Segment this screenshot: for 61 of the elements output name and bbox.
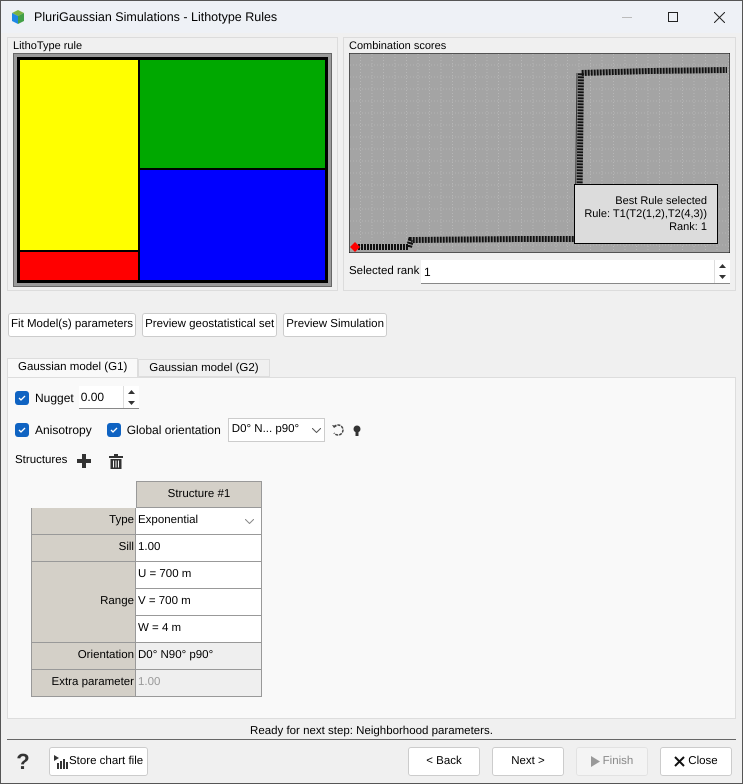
table-cell[interactable]: W = 4 m [136, 616, 262, 643]
legend-text: Best Rule selected [615, 194, 707, 208]
table-cell[interactable]: 1.00 [136, 535, 262, 562]
checkbox[interactable] [106, 423, 121, 437]
global-orientation-label: Global orientation [126, 422, 221, 439]
legend-text: Rule: T1(T2(1,2),T2(4,3)) [584, 208, 707, 220]
minimize-icon [622, 16, 632, 18]
tab[interactable]: Gaussian model (G1) [7, 358, 138, 377]
delete-icon[interactable] [109, 454, 124, 468]
close-icon [714, 12, 724, 22]
table-cell[interactable]: V = 700 m [136, 589, 262, 616]
help-button[interactable]: ? [11, 745, 35, 778]
nugget-label: Nugget [35, 390, 74, 406]
legend-text: Rank: 1 [669, 220, 707, 234]
row-header: Sill [31, 535, 136, 562]
footer-button[interactable]: Next > [492, 747, 564, 776]
table-cell: D0° N90° p90° [136, 643, 262, 670]
selected-rank-label: Selected rank [349, 264, 420, 280]
anisotropy-label: Anisotropy [35, 422, 92, 439]
check-icon [17, 392, 27, 402]
checkbox[interactable] [15, 390, 29, 404]
up-arrow-icon [128, 390, 135, 394]
footer-button[interactable]: < Back [408, 747, 480, 776]
type-dropdown[interactable]: Exponential [136, 508, 262, 535]
down-arrow-icon [128, 400, 135, 404]
tab[interactable]: Gaussian model (G2) [138, 359, 270, 377]
window-title: PluriGaussian Simulations - Lithotype Rules [34, 8, 278, 26]
row-header: Range [31, 562, 136, 643]
group-title: LithoType rule [13, 39, 84, 53]
orientation-dropdown[interactable]: D0° N... p90° [228, 418, 325, 442]
chart-export-icon [54, 754, 68, 768]
action-button[interactable]: Preview Simulation [283, 313, 387, 337]
store-chart-button[interactable]: Store chart file [49, 747, 148, 776]
row-header: Extra parameter [31, 670, 136, 697]
column-header: Structure #1 [136, 481, 262, 508]
group-title: Combination scores [349, 39, 448, 53]
action-button[interactable]: Fit Model(s) parameters [8, 313, 136, 337]
checkbox[interactable] [15, 423, 29, 437]
chevron-down-icon [312, 428, 321, 432]
reset-icon[interactable] [330, 423, 345, 437]
row-header: Type [31, 508, 136, 535]
bulb-icon[interactable] [352, 424, 361, 436]
nugget-field[interactable]: 0.00 [78, 386, 139, 409]
up-arrow-icon [719, 264, 726, 268]
chevron-down-icon [245, 518, 254, 524]
row-header: Orientation [31, 643, 136, 670]
selected-rank-field[interactable]: 1 [421, 260, 730, 284]
app-icon [11, 9, 27, 25]
check-icon [17, 425, 27, 435]
play-icon [590, 756, 600, 767]
status-bar: Ready for next step: Neighborhood parameters. [7, 724, 736, 740]
check-icon [108, 425, 119, 435]
maximize-icon [668, 12, 678, 22]
footer-button[interactable]: Close [660, 747, 732, 776]
table-cell[interactable]: U = 700 m [136, 562, 262, 589]
add-icon[interactable] [77, 454, 92, 468]
close-icon [674, 756, 686, 767]
structures-label: Structures [15, 453, 68, 468]
table-cell: 1.00 [136, 670, 262, 697]
down-arrow-icon [719, 275, 726, 280]
action-button[interactable]: Preview geostatistical set [142, 313, 278, 337]
